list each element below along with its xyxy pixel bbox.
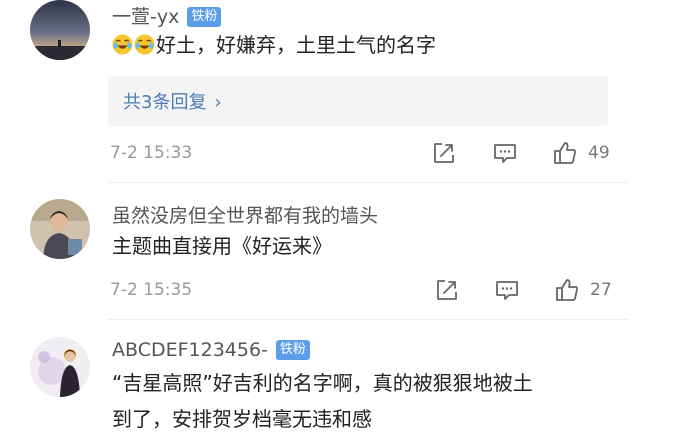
chevron-right-icon: › (214, 92, 222, 113)
username-text: ABCDEF123456- (112, 339, 268, 361)
avatar-image (30, 337, 90, 397)
username-text: 虽然没房但全世界都有我的墙头 (112, 205, 379, 227)
repost-icon (437, 280, 457, 300)
username-text: 一萱-yx (112, 6, 180, 28)
avatar[interactable] (30, 337, 90, 397)
comment-text: “吉星高照”好吉利的名字啊，真的被狠狠地被土 到了，安排贺岁档毫无违和感 (112, 365, 533, 437)
fan-badge: 铁粉 (187, 7, 222, 27)
repost-icon (434, 143, 454, 163)
thumbs-up-icon (554, 142, 576, 164)
thumbs-up-icon (556, 279, 578, 301)
avatar-image (30, 199, 90, 259)
repost-button[interactable] (434, 277, 462, 305)
avatar-image (30, 0, 90, 60)
comment-text-line: 到了，安排贺岁档毫无违和感 (112, 407, 372, 431)
like-button[interactable] (554, 277, 582, 305)
divider (108, 319, 628, 320)
comment-icon (496, 281, 518, 300)
like-count: 27 (590, 280, 612, 300)
comment-item: 虽然没房但全世界都有我的墙头 主题曲直接用《好运来》 7-2 15:35 27 (0, 195, 700, 325)
timestamp: 7-2 15:33 (110, 143, 193, 163)
comment-text-content: 主题曲直接用《好运来》 (112, 234, 332, 258)
divider (108, 182, 628, 183)
like-count: 49 (588, 143, 610, 163)
comment-item: ABCDEF123456- 铁粉 “吉星高照”好吉利的名字啊，真的被狠狠地被土 到… (0, 335, 700, 443)
comment-text: 好土，好嫌弃，土里土气的名字 (112, 27, 436, 63)
comment-text-line: “吉星高照”好吉利的名字啊，真的被狠狠地被土 (112, 371, 533, 395)
like-button[interactable] (552, 140, 580, 168)
avatar[interactable] (30, 0, 90, 60)
comment-button[interactable] (494, 277, 522, 305)
comment-icon (494, 144, 516, 163)
comment-item: 一萱-yx 铁粉 好土，好嫌弃，土里土气的名字 共3条回复 › 7-2 15:3… (0, 0, 700, 185)
comment-text: 主题曲直接用《好运来》 (112, 228, 332, 264)
comment-button[interactable] (492, 140, 520, 168)
laughing-crying-emoji-icon (112, 34, 133, 55)
view-replies-link[interactable]: 共3条回复 › (123, 88, 222, 114)
comment-text-content: 好土，好嫌弃，土里土气的名字 (156, 33, 436, 57)
comment-meta: 7-2 15:33 49 (108, 140, 628, 168)
username[interactable]: ABCDEF123456- 铁粉 (112, 339, 310, 361)
replies-box: 共3条回复 › (108, 76, 608, 126)
username[interactable]: 虽然没房但全世界都有我的墙头 (112, 201, 378, 228)
timestamp: 7-2 15:35 (110, 280, 193, 300)
repost-button[interactable] (431, 140, 459, 168)
fan-badge: 铁粉 (275, 340, 310, 360)
username[interactable]: 一萱-yx 铁粉 (112, 2, 222, 29)
replies-label: 共3条回复 (123, 92, 207, 113)
comment-meta: 7-2 15:35 27 (108, 277, 628, 305)
laughing-crying-emoji-icon (134, 34, 155, 55)
comment-list: 一萱-yx 铁粉 好土，好嫌弃，土里土气的名字 共3条回复 › 7-2 15:3… (0, 0, 700, 443)
avatar[interactable] (30, 199, 90, 259)
